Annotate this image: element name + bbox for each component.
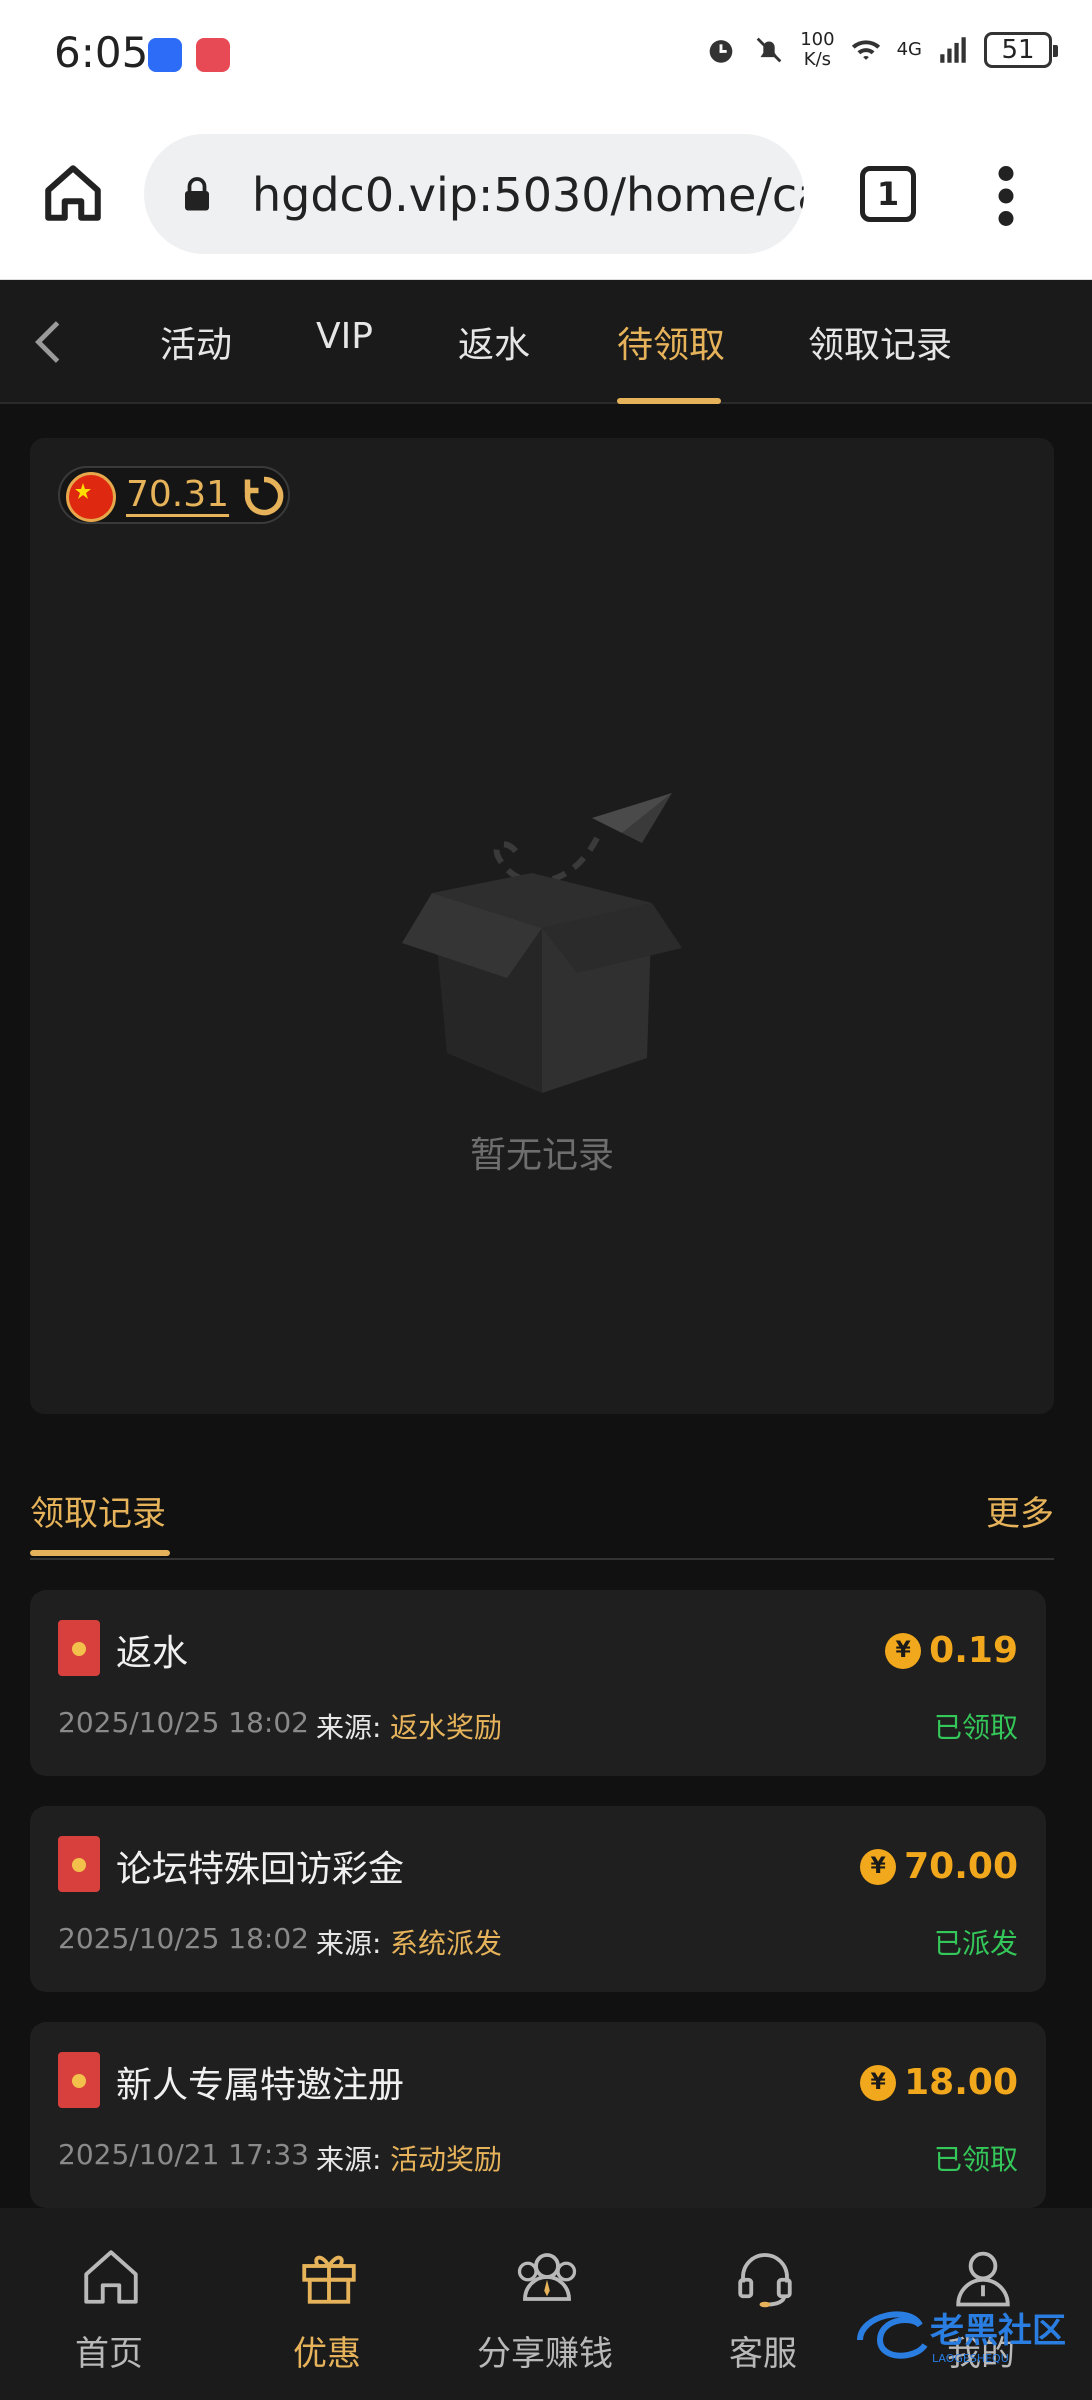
refresh-icon[interactable] [242, 474, 286, 518]
pending-card: 70.31 暂无记录 [30, 438, 1054, 1414]
tab-claim-records[interactable]: 领取记录 [808, 316, 952, 368]
watermark-logo: 老黑社区 LAOGESHEQU [857, 2311, 1066, 2365]
nav-share-earn[interactable]: 分享赚钱 [436, 2208, 654, 2400]
record-source: 活动奖励 [390, 2143, 503, 2176]
net-speed: 100 K/s [800, 30, 834, 70]
record-status: 已领取 [933, 2143, 1018, 2176]
source-label: 来源: [316, 1711, 382, 1744]
net-speed-unit: K/s [803, 49, 832, 70]
record-date: 2025/10/21 17:33 [58, 2138, 309, 2171]
url-bar[interactable]: hgdc0.vip:5030/home/ca [144, 134, 804, 254]
top-tab-bar: 活动 VIP 返水 待领取 领取记录 [0, 280, 1092, 404]
status-icons: 100 K/s 4G 51 [704, 30, 1058, 70]
active-tab-indicator [617, 398, 721, 404]
browser-toolbar: hgdc0.vip:5030/home/ca 1 [0, 110, 1092, 280]
status-bar: 6:05 100 K/s 4G 51 [0, 0, 1092, 110]
net-speed-value: 100 [800, 29, 835, 50]
records-title-underline [30, 1550, 170, 1556]
tab-switcher-button[interactable]: 1 [860, 166, 916, 222]
red-packet-icon [58, 1620, 100, 1676]
record-title: 论坛特殊回访彩金 [116, 1849, 405, 1890]
empty-state-text: 暂无记录 [469, 1135, 614, 1176]
record-item[interactable]: 论坛特殊回访彩金 ¥ 70.00 2025/10/25 18:02 来源: 系统… [30, 1806, 1046, 1992]
tab-rebate[interactable]: 返水 [458, 316, 530, 368]
record-source: 系统派发 [390, 1927, 503, 1960]
notification-app-icon-2 [196, 38, 230, 72]
signal-icon [940, 37, 966, 63]
record-item[interactable]: 返水 ¥ 0.19 2025/10/25 18:02 来源: 返水奖励 已领取 [30, 1590, 1046, 1776]
record-amount: ¥ 18.00 [860, 2062, 1018, 2103]
wallet-balance[interactable]: 70.31 [58, 466, 290, 524]
gift-icon [302, 2255, 356, 2304]
records-header: 领取记录 更多 [30, 1480, 1054, 1560]
nav-promotions[interactable]: 优惠 [218, 2208, 436, 2400]
back-arrow-icon[interactable] [30, 318, 66, 366]
empty-box-icon [402, 793, 682, 1093]
headset-icon [738, 2253, 792, 2308]
red-packet-icon [58, 1836, 100, 1892]
menu-dots-icon[interactable] [996, 166, 1016, 226]
tab-activity[interactable]: 活动 [160, 316, 232, 368]
yuan-coin-icon: ¥ [860, 2064, 897, 2101]
notification-app-icon [148, 38, 182, 72]
record-source: 返水奖励 [390, 1711, 503, 1744]
yuan-coin-icon: ¥ [885, 1632, 922, 1669]
nav-home-label: 首页 [75, 2334, 143, 2374]
record-item[interactable]: 新人专属特邀注册 ¥ 18.00 2025/10/21 17:33 来源: 活动… [30, 2022, 1046, 2208]
source-label: 来源: [316, 2143, 382, 2176]
yuan-coin-icon: ¥ [860, 1848, 897, 1885]
network-type: 4G [896, 39, 922, 60]
wifi-icon [851, 40, 880, 60]
mute-bell-icon [756, 37, 782, 63]
lock-icon [185, 177, 209, 211]
more-link[interactable]: 更多 [986, 1486, 1054, 1535]
home-icon[interactable] [40, 160, 106, 226]
record-date: 2025/10/25 18:02 [58, 1922, 309, 1955]
nav-home[interactable]: 首页 [0, 2208, 218, 2400]
url-text[interactable]: hgdc0.vip:5030/home/ca [252, 168, 804, 222]
watermark-subtext: LAOGESHEQU [932, 2352, 1009, 2365]
record-status: 已派发 [933, 1927, 1018, 1960]
alarm-icon [709, 40, 733, 63]
watermark-text: 老黑社区 [930, 2311, 1066, 2351]
record-title: 新人专属特邀注册 [116, 2065, 405, 2106]
record-date: 2025/10/25 18:02 [58, 1706, 309, 1739]
home-icon [84, 2250, 138, 2304]
tab-vip[interactable]: VIP [316, 316, 373, 357]
source-label: 来源: [316, 1927, 382, 1960]
tab-pending[interactable]: 待领取 [617, 316, 725, 368]
status-time: 6:05 [54, 28, 149, 77]
nav-promotions-label: 优惠 [293, 2334, 361, 2374]
share-earn-icon [517, 2253, 577, 2301]
records-title[interactable]: 领取记录 [30, 1486, 166, 1535]
nav-share-earn-label: 分享赚钱 [477, 2334, 613, 2374]
red-packet-icon [58, 2052, 100, 2108]
battery-icon: 51 [984, 32, 1058, 68]
record-amount: ¥ 0.19 [885, 1630, 1018, 1671]
record-amount: ¥ 70.00 [860, 1846, 1018, 1887]
record-title: 返水 [116, 1633, 189, 1674]
amount-value: 70.00 [904, 1846, 1018, 1887]
amount-value: 18.00 [904, 2062, 1018, 2103]
nav-support-label: 客服 [729, 2334, 797, 2374]
amount-value: 0.19 [929, 1630, 1018, 1671]
record-status: 已领取 [933, 1711, 1018, 1744]
nav-support[interactable]: 客服 [654, 2208, 872, 2400]
balance-amount: 70.31 [126, 474, 230, 515]
china-flag-icon [66, 472, 116, 522]
